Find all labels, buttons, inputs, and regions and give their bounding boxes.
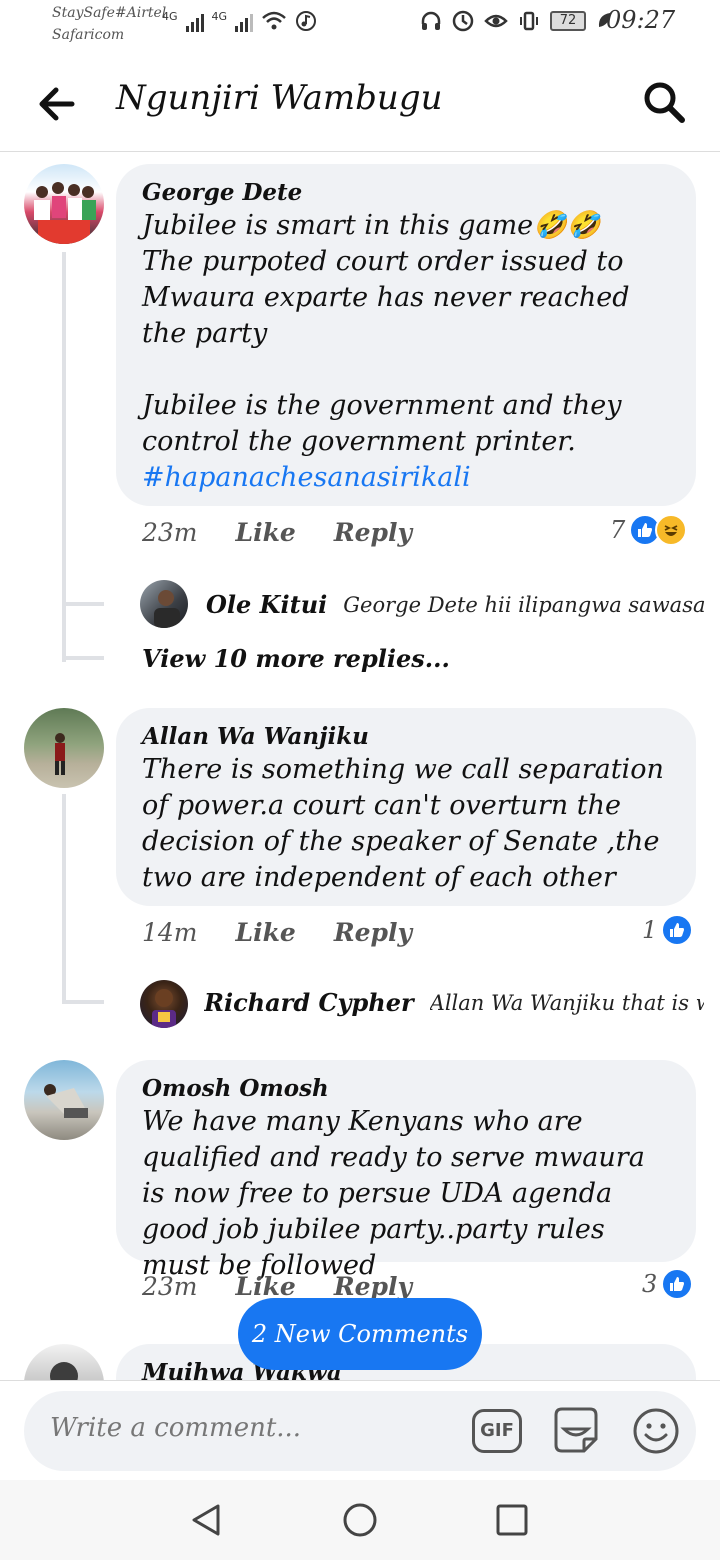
headphones-icon — [421, 11, 441, 30]
comment-time: 14m — [142, 918, 198, 947]
comment-composer[interactable]: Write a comment... GIF — [24, 1391, 696, 1471]
group-photo-icon — [34, 182, 96, 244]
vibrate-icon — [520, 11, 538, 31]
back-arrow-icon[interactable] — [34, 82, 78, 126]
like-button[interactable]: Like — [236, 518, 296, 547]
avatar[interactable] — [24, 1060, 104, 1140]
comment-time: 23m — [142, 1272, 198, 1301]
reply-text: George Dete hii ilipangwa sawasawa.... — [343, 592, 706, 617]
avatar[interactable] — [24, 164, 104, 244]
person-photo-icon — [50, 1362, 78, 1380]
comment-input[interactable]: Write a comment... — [50, 1413, 301, 1443]
reaction-count: 7 — [610, 516, 626, 544]
network-type-1: 4G — [162, 10, 178, 23]
carrier-line-2: Safaricom — [52, 27, 125, 43]
view-more-replies-link[interactable]: View 10 more replies... — [142, 644, 450, 673]
thread-connector — [62, 602, 104, 606]
reply-button[interactable]: Reply — [334, 518, 412, 547]
clock: 09:27 — [606, 6, 676, 34]
reply-button[interactable]: Reply — [334, 918, 412, 947]
nav-recents-icon[interactable] — [492, 1500, 532, 1540]
thread-connector — [62, 1000, 104, 1004]
comment-author[interactable]: Omosh Omosh — [142, 1074, 670, 1104]
signal-indicators: 4G 4G — [162, 10, 317, 32]
emoji-icon[interactable] — [630, 1405, 682, 1457]
reaction-summary[interactable]: 3 — [642, 1268, 694, 1300]
comment-bubble[interactable]: Omosh Omosh We have many Kenyans who are… — [116, 1060, 696, 1281]
carrier-line-1: StaySafe#Airtel — [52, 5, 167, 21]
status-bar: StaySafe#Airtel Safaricom 4G 4G 72 09:27 — [0, 0, 720, 56]
comment-text: Jubilee is smart in this game🤣🤣 The purp… — [142, 210, 630, 457]
sticker-icon[interactable] — [550, 1405, 602, 1457]
eye-comfort-icon — [484, 14, 508, 28]
hashtag-link[interactable]: #hapanachesanasirikali — [142, 460, 670, 496]
network-type-2: 4G — [211, 10, 228, 23]
comment-actions: 23m Like Reply — [142, 1272, 412, 1301]
person-photo-icon — [44, 1084, 88, 1118]
comment-bubble[interactable]: George Dete Jubilee is smart in this gam… — [116, 164, 696, 506]
reaction-count: 1 — [642, 916, 658, 944]
avatar[interactable] — [140, 580, 188, 628]
thread-connector — [62, 656, 104, 660]
system-indicators: 72 — [420, 10, 612, 32]
reaction-count: 3 — [642, 1270, 658, 1298]
comment-text: We have many Kenyans who are qualified a… — [142, 1106, 645, 1281]
reply-text: Allan Wa Wanjiku that is wher... — [429, 990, 704, 1015]
wifi-icon — [262, 11, 286, 30]
reaction-summary[interactable]: 1 — [642, 914, 694, 946]
page-header: Ngunjiri Wambugu — [0, 56, 720, 152]
thread-line — [62, 252, 66, 662]
like-button[interactable]: Like — [236, 918, 296, 947]
reply-author[interactable]: Ole Kitui — [206, 590, 327, 619]
like-button[interactable]: Like — [236, 1272, 296, 1301]
comment-composer-bar: Write a comment... GIF — [0, 1380, 720, 1480]
person-photo-icon — [154, 590, 180, 628]
new-comments-button[interactable]: 2 New Comments — [238, 1298, 482, 1370]
avatar[interactable] — [24, 708, 104, 788]
like-reaction-icon — [661, 1268, 694, 1300]
carrier-info: StaySafe#Airtel Safaricom — [52, 2, 166, 46]
data-saver-icon — [452, 10, 474, 32]
avatar[interactable] — [140, 980, 188, 1028]
thread-line — [62, 794, 66, 1004]
person-photo-icon — [152, 989, 176, 1028]
reaction-summary[interactable]: 7 — [610, 514, 688, 546]
comment-text: There is something we call separation of… — [142, 754, 664, 893]
page-title: Ngunjiri Wambugu — [116, 78, 443, 118]
reply-button[interactable]: Reply — [334, 1272, 412, 1301]
avatar[interactable] — [24, 1344, 104, 1380]
nav-home-icon[interactable] — [340, 1500, 380, 1540]
haha-reaction-icon — [655, 514, 688, 546]
comments-feed[interactable]: George Dete Jubilee is smart in this gam… — [0, 152, 720, 1380]
like-reaction-icon — [661, 914, 694, 946]
nav-back-icon[interactable] — [186, 1500, 226, 1540]
comment-bubble[interactable]: Allan Wa Wanjiku There is something we c… — [116, 708, 696, 906]
signal-icon — [185, 12, 204, 32]
comment-actions: 14m Like Reply — [142, 918, 412, 947]
comment-time: 23m — [142, 518, 198, 547]
search-icon[interactable] — [640, 78, 688, 126]
music-icon — [296, 11, 317, 31]
comment-actions: 23m Like Reply — [142, 518, 412, 547]
battery-icon: 72 — [550, 11, 586, 31]
person-photo-icon — [55, 733, 65, 775]
gif-button[interactable]: GIF — [472, 1409, 522, 1453]
reply-preview[interactable]: Richard Cypher Allan Wa Wanjiku that is … — [204, 988, 704, 1017]
comment-author[interactable]: Allan Wa Wanjiku — [142, 722, 670, 752]
reply-author[interactable]: Richard Cypher — [204, 988, 414, 1017]
comment-author[interactable]: George Dete — [142, 178, 670, 208]
reply-preview[interactable]: Ole Kitui George Dete hii ilipangwa sawa… — [206, 590, 706, 619]
signal-icon — [235, 12, 254, 32]
system-nav-bar — [0, 1480, 720, 1560]
